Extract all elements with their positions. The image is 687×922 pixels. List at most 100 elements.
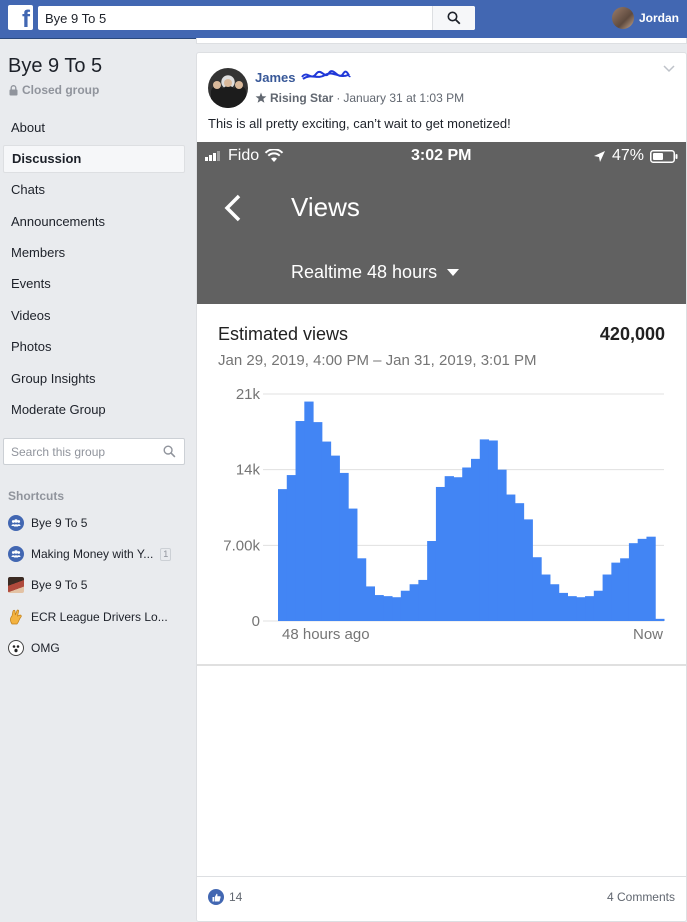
y-tick-label: 14k bbox=[236, 462, 261, 479]
chart-bar bbox=[295, 421, 305, 621]
chart-bar bbox=[506, 494, 516, 621]
chart-bar bbox=[479, 439, 490, 621]
x-tick-label: 48 hours ago bbox=[282, 626, 370, 643]
battery-icon bbox=[650, 149, 678, 163]
chart-bar bbox=[418, 579, 428, 621]
facebook-logo-icon[interactable]: f bbox=[8, 5, 33, 30]
chart-bar bbox=[628, 543, 639, 621]
chart-bar bbox=[558, 592, 568, 621]
signal-icon bbox=[205, 151, 220, 161]
back-arrow-icon[interactable] bbox=[224, 194, 242, 222]
chart-bar bbox=[567, 596, 577, 621]
shortcut-item[interactable]: Making Money with Y... 1 bbox=[8, 544, 188, 564]
nav-about[interactable]: About bbox=[3, 114, 185, 142]
status-bar: Fido 3:02 PM 47% bbox=[197, 142, 686, 170]
shortcut-label: OMG bbox=[31, 641, 60, 655]
group-search-input[interactable] bbox=[4, 439, 154, 464]
chart-bar bbox=[620, 558, 630, 621]
nav-events[interactable]: Events bbox=[3, 270, 185, 298]
lock-icon bbox=[9, 84, 18, 95]
chart-bar bbox=[462, 467, 472, 621]
chart-bar bbox=[593, 590, 604, 621]
shortcut-label: Bye 9 To 5 bbox=[31, 516, 88, 530]
shortcut-item[interactable]: ECR League Drivers Lo... bbox=[8, 607, 188, 627]
face-emoji-icon bbox=[8, 640, 24, 656]
chart-bar bbox=[304, 401, 314, 621]
group-sidebar: Bye 9 To 5 Closed group About Discussion… bbox=[0, 40, 193, 922]
y-tick-label: 0 bbox=[252, 613, 260, 630]
chart-bar bbox=[497, 469, 507, 621]
chart-bar bbox=[435, 486, 446, 621]
chart-bar bbox=[374, 595, 384, 621]
like-count: 14 bbox=[229, 890, 243, 904]
range-dropdown[interactable]: Realtime 48 hours bbox=[291, 262, 460, 283]
shortcut-item[interactable]: Bye 9 To 5 bbox=[8, 513, 188, 533]
group-icon bbox=[8, 515, 24, 531]
chart-bar bbox=[392, 597, 402, 621]
screen-title: Views bbox=[291, 192, 360, 222]
search-icon[interactable] bbox=[163, 445, 176, 458]
shortcut-item[interactable]: Bye 9 To 5 bbox=[8, 575, 188, 595]
post-timestamp[interactable]: January 31 at 1:03 PM bbox=[343, 91, 464, 105]
global-search bbox=[38, 6, 475, 30]
chart-bar bbox=[400, 590, 411, 621]
avatar[interactable] bbox=[208, 68, 248, 108]
group-icon bbox=[8, 546, 24, 562]
y-tick-label: 7.00k bbox=[223, 537, 260, 554]
chart-bar bbox=[313, 422, 323, 621]
chevron-down-icon[interactable] bbox=[663, 65, 675, 73]
chart-bar bbox=[602, 574, 612, 621]
chart-bar bbox=[427, 541, 437, 621]
post-footer: 14 4 Comments bbox=[197, 876, 686, 921]
notification-badge: 1 bbox=[160, 547, 172, 561]
nav-group-insights[interactable]: Group Insights bbox=[3, 365, 185, 393]
views-card: Estimated views 420,000 Jan 29, 2019, 4:… bbox=[197, 304, 686, 666]
chart-bar bbox=[286, 475, 297, 621]
chart-bar bbox=[278, 489, 288, 621]
chart-bar bbox=[585, 596, 595, 621]
range-label: Realtime 48 hours bbox=[291, 262, 438, 282]
app-body-blank bbox=[197, 666, 686, 876]
like-icon bbox=[208, 889, 224, 905]
search-button[interactable] bbox=[432, 6, 475, 30]
status-right: 47% bbox=[593, 147, 678, 165]
reactions[interactable]: 14 bbox=[208, 889, 242, 905]
shortcut-label: Bye 9 To 5 bbox=[31, 578, 88, 592]
group-search bbox=[3, 438, 185, 465]
chart-bar bbox=[321, 441, 332, 621]
global-search-input[interactable] bbox=[38, 6, 431, 30]
attached-screenshot[interactable]: Fido 3:02 PM 47% Views Realtime 48 hours… bbox=[197, 142, 686, 876]
comment-count[interactable]: 4 Comments bbox=[607, 890, 675, 904]
nav-members[interactable]: Members bbox=[3, 239, 185, 267]
nav-photos[interactable]: Photos bbox=[3, 333, 185, 361]
post-author-name[interactable]: James bbox=[255, 70, 295, 85]
group-privacy: Closed group bbox=[9, 83, 99, 97]
member-badge[interactable]: Rising Star bbox=[270, 91, 333, 105]
profile-link[interactable]: Jordan bbox=[612, 6, 679, 30]
nav-chats[interactable]: Chats bbox=[3, 176, 185, 204]
clock: 3:02 PM bbox=[411, 147, 472, 164]
chart-bar bbox=[576, 597, 586, 621]
battery-percent: 47% bbox=[611, 147, 644, 164]
x-tick-label: Now bbox=[633, 626, 663, 643]
nav-announcements[interactable]: Announcements bbox=[3, 208, 185, 236]
group-name[interactable]: Bye 9 To 5 bbox=[8, 55, 102, 78]
chart-bar bbox=[646, 536, 656, 621]
top-navigation-bar: f Jordan bbox=[0, 0, 687, 39]
carrier-name: Fido bbox=[228, 147, 260, 164]
chart-bar bbox=[611, 562, 621, 621]
post-card: James Rising Star · January 31 at 1:03 P… bbox=[196, 52, 687, 922]
chart-bar bbox=[444, 476, 454, 621]
location-arrow-icon bbox=[593, 150, 605, 162]
redaction-scribble bbox=[301, 70, 351, 80]
nav-moderate-group[interactable]: Moderate Group bbox=[3, 396, 185, 424]
chart-bar bbox=[348, 508, 358, 621]
nav-discussion[interactable]: Discussion bbox=[3, 145, 185, 173]
post-text: This is all pretty exciting, can’t wait … bbox=[208, 116, 511, 131]
shortcut-label: Making Money with Y... bbox=[31, 547, 154, 561]
chart-bar bbox=[549, 584, 560, 621]
chart-bar bbox=[409, 584, 419, 621]
views-chart: 0 7.00k 14k 21k 48 hours ago Now bbox=[223, 386, 665, 643]
shortcut-item[interactable]: OMG bbox=[8, 638, 188, 658]
nav-videos[interactable]: Videos bbox=[3, 302, 185, 330]
